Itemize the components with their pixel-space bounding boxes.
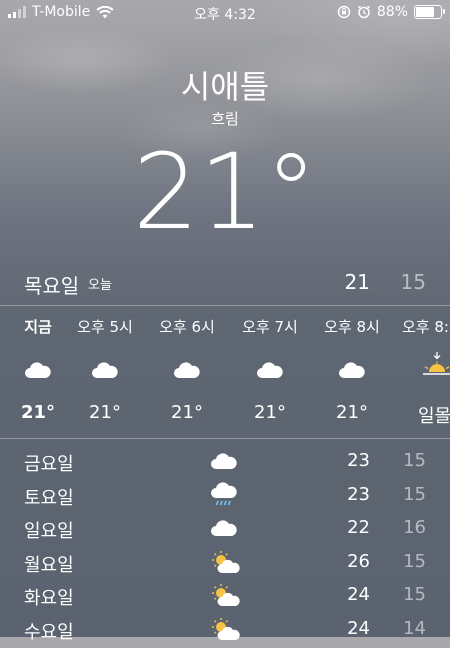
hourly-item: 오후 8: 일몰 [398,306,450,438]
cloud-icon [232,356,308,384]
day-high: 24 [347,584,370,605]
partly-sunny-icon [210,614,242,644]
hourly-item: 지금 21° [0,306,76,438]
cloud-icon [149,356,225,384]
hourly-forecast[interactable]: 지금 21° 오후 5시 21° 오후 6시 21° 오후 7시 21° 오후 … [0,306,450,438]
city-name: 시애틀 [180,68,270,106]
divider [0,438,450,439]
hour-label: 오후 7시 [242,318,298,336]
hour-temp: 21° [336,402,368,423]
today-high: 21 [344,270,370,294]
partly-sunny-icon [210,547,242,577]
hour-temp: 21° [171,402,203,423]
hourly-item: 오후 7시 21° [232,306,308,438]
hour-label: 오후 8시 [324,318,380,336]
rotation-lock-icon [337,5,351,19]
daily-row: 금요일 23 15 [0,446,450,480]
hour-temp: 21° [254,402,286,423]
day-low: 15 [403,483,426,505]
today-low: 15 [400,270,426,294]
hour-temp: 21° [20,402,56,423]
condition-label: 흐림 [211,110,239,128]
day-name: 일요일 [24,521,74,542]
hour-label: 오후 5시 [77,318,133,336]
daily-forecast: 금요일 23 15 토요일 23 15 일요일 22 16 월요일 26 15 … [0,446,450,647]
day-name: 수요일 [24,621,74,643]
today-day: 목요일 [24,274,80,298]
day-high: 24 [347,617,370,639]
daily-row: 수요일 24 14 [0,614,450,648]
hour-label: 오후 6시 [159,318,215,336]
day-high: 22 [347,517,370,538]
hourly-item: 오후 6시 21° [149,306,225,438]
cloud-icon [314,356,390,384]
day-name: 월요일 [24,554,74,576]
cloud-icon [67,356,143,384]
today-row: 목요일 오늘 21 15 [0,262,450,302]
status-bar: T-Mobile 오후 4:32 88% [0,0,450,24]
daily-row: 월요일 26 15 [0,547,450,581]
hourly-item: 오후 5시 21° [67,306,143,438]
day-name: 금요일 [24,454,74,475]
day-low: 15 [403,550,426,572]
daily-row: 일요일 22 16 [0,513,450,547]
day-low: 15 [403,450,426,471]
alarm-icon [357,5,370,19]
hour-label: 오후 8: [402,318,449,336]
day-high: 26 [347,550,370,572]
daily-row: 토요일 23 15 [0,480,450,514]
day-high: 23 [347,450,370,471]
day-name: 토요일 [24,487,74,509]
rain-cloud-icon [210,480,242,510]
day-low: 16 [403,517,426,538]
battery-icon [414,5,445,19]
sunset-icon [398,352,450,384]
today-tag: 오늘 [88,278,112,293]
cloud-icon [210,446,242,476]
hour-temp: 21° [89,402,121,423]
day-low: 14 [403,617,426,639]
cloud-icon [210,513,242,543]
hourly-item: 오후 8시 21° [314,306,390,438]
daily-row: 화요일 24 15 [0,580,450,614]
day-name: 화요일 [24,588,74,609]
current-temperature: 21° [132,131,318,253]
partly-sunny-icon [210,580,242,610]
hour-temp: 일몰 [418,406,450,427]
battery-percent: 88% [376,4,408,20]
day-high: 23 [347,483,370,505]
hour-label: 지금 [24,318,52,336]
day-low: 15 [403,584,426,605]
cloud-icon [0,356,76,384]
